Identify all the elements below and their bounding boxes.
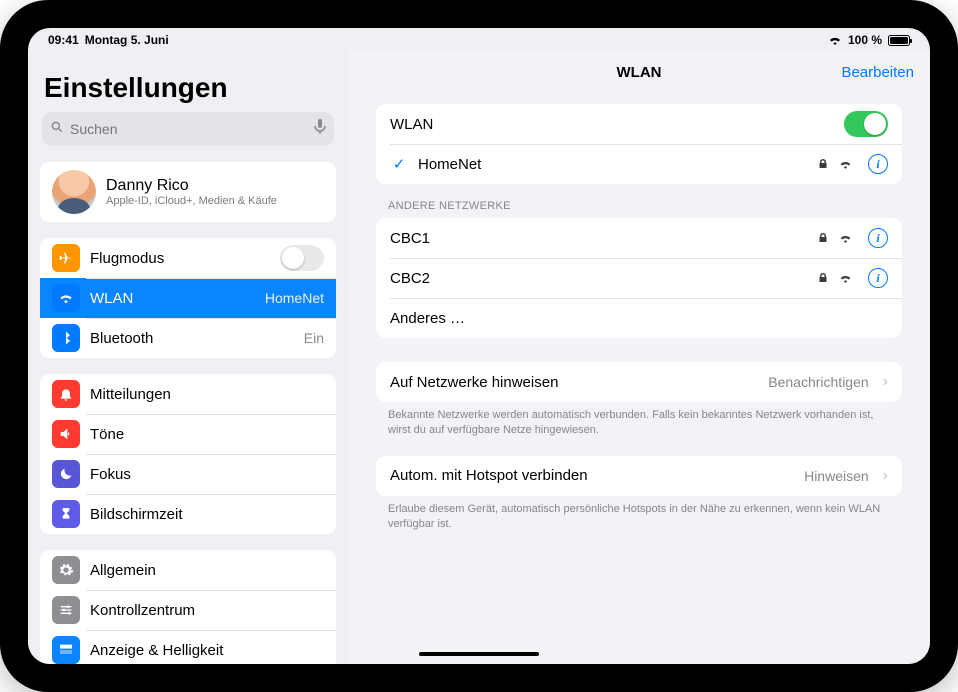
info-button[interactable]: i [868,228,888,248]
wlan-value: HomeNet [265,290,324,306]
hourglass-icon [52,500,80,528]
wlan-toggle-label: WLAN [390,116,834,133]
screentime-label: Bildschirmzeit [90,506,324,523]
profile-subtitle: Apple-ID, iCloud+, Medien & Käufe [106,195,277,207]
sidebar-item-focus[interactable]: Fokus [40,454,336,494]
network-name: CBC2 [390,270,806,287]
home-indicator [419,652,539,656]
bluetooth-label: Bluetooth [90,330,294,347]
profile-name: Danny Rico [106,177,277,195]
connected-network-row[interactable]: ✓ HomeNet i [376,144,902,184]
chevron-right-icon: › [883,467,888,485]
moon-icon [52,460,80,488]
checkmark-icon: ✓ [390,155,408,173]
status-battery-pct: 100 % [848,33,882,47]
other-networks-card: CBC1 i CBC2 i Anderes … [376,218,902,338]
bell-icon [52,380,80,408]
search-field[interactable] [42,112,334,146]
brightness-icon [52,636,80,664]
search-input[interactable] [70,121,308,137]
hotspot-label: Autom. mit Hotspot verbinden [390,467,794,484]
general-label: Allgemein [90,562,324,579]
sidebar-group-notifications: Mitteilungen Töne Fokus Bildschirmzeit [40,374,336,534]
sidebar-item-airplane[interactable]: Flugmodus [40,238,336,278]
sounds-label: Töne [90,426,324,443]
ipad-frame: 09:41 Montag 5. Juni 100 % Einstellungen [0,0,958,692]
network-name: CBC1 [390,230,806,247]
wlan-main-card: WLAN ✓ HomeNet i [376,104,902,184]
network-row[interactable]: CBC1 i [376,218,902,258]
network-row[interactable]: CBC2 i [376,258,902,298]
lock-icon [816,272,829,285]
airplane-icon [52,244,80,272]
nav-bar: WLAN Bearbeiten [348,50,930,94]
bluetooth-icon [52,324,80,352]
wlan-label: WLAN [90,290,255,307]
sidebar-group-general: Allgemein Kontrollzentrum Anzeige & Hell… [40,550,336,664]
edit-button[interactable]: Bearbeiten [841,64,914,81]
airplane-label: Flugmodus [90,250,270,267]
sidebar-item-sounds[interactable]: Töne [40,414,336,454]
ask-join-row[interactable]: Auf Netzwerke hinweisen Benachrichtigen … [376,362,902,402]
signal-icon [839,272,852,285]
ask-join-value: Benachrichtigen [768,374,868,390]
other-networks-header: Andere Netzwerke [388,200,890,212]
wlan-toggle[interactable] [844,111,888,137]
avatar [52,170,96,214]
info-button[interactable]: i [868,154,888,174]
sidebar-item-control-center[interactable]: Kontrollzentrum [40,590,336,630]
signal-icon [839,232,852,245]
sidebar-item-screentime[interactable]: Bildschirmzeit [40,494,336,534]
status-date: Montag 5. Juni [85,33,169,47]
dictate-icon[interactable] [314,119,326,140]
status-time: 09:41 [48,33,79,47]
sidebar-item-display[interactable]: Anzeige & Helligkeit [40,630,336,664]
status-bar: 09:41 Montag 5. Juni 100 % [28,28,930,50]
sliders-icon [52,596,80,624]
screen: 09:41 Montag 5. Juni 100 % Einstellungen [28,28,930,664]
gear-icon [52,556,80,584]
speaker-icon [52,420,80,448]
connected-network-name: HomeNet [418,156,806,173]
focus-label: Fokus [90,466,324,483]
lock-icon [816,232,829,245]
sidebar-item-notifications[interactable]: Mitteilungen [40,374,336,414]
settings-title: Einstellungen [44,72,332,104]
control-center-label: Kontrollzentrum [90,602,324,619]
signal-icon [839,158,852,171]
wlan-toggle-row[interactable]: WLAN [376,104,902,144]
notifications-label: Mitteilungen [90,386,324,403]
info-button[interactable]: i [868,268,888,288]
battery-icon [888,35,910,46]
ask-join-card: Auf Netzwerke hinweisen Benachrichtigen … [376,362,902,402]
search-icon [50,120,64,139]
wifi-settings-icon [52,284,80,312]
lock-icon [816,158,829,171]
hotspot-footnote: Erlaube diesem Gerät, automatisch persön… [388,502,890,532]
hotspot-row[interactable]: Autom. mit Hotspot verbinden Hinweisen › [376,456,902,496]
sidebar-item-bluetooth[interactable]: Bluetooth Ein [40,318,336,358]
apple-id-row[interactable]: Danny Rico Apple-ID, iCloud+, Medien & K… [40,162,336,222]
airplane-toggle[interactable] [280,245,324,271]
other-network-label: Anderes … [390,310,888,327]
sidebar-group-connectivity: Flugmodus WLAN HomeNet Bluetooth Ein [40,238,336,358]
page-title: WLAN [617,64,662,81]
hotspot-card: Autom. mit Hotspot verbinden Hinweisen › [376,456,902,496]
sidebar-item-wlan[interactable]: WLAN HomeNet [40,278,336,318]
sidebar: Einstellungen Danny Rico Apple-ID, iClou… [28,50,348,664]
hotspot-value: Hinweisen [804,468,869,484]
wifi-icon [828,35,842,45]
ask-join-label: Auf Netzwerke hinweisen [390,374,758,391]
ask-join-footnote: Bekannte Netzwerke werden automatisch ve… [388,408,890,438]
bluetooth-value: Ein [304,330,324,346]
other-network-row[interactable]: Anderes … [376,298,902,338]
chevron-right-icon: › [883,373,888,391]
display-label: Anzeige & Helligkeit [90,642,324,659]
detail-pane: WLAN Bearbeiten WLAN ✓ HomeNet [348,50,930,664]
sidebar-item-general[interactable]: Allgemein [40,550,336,590]
